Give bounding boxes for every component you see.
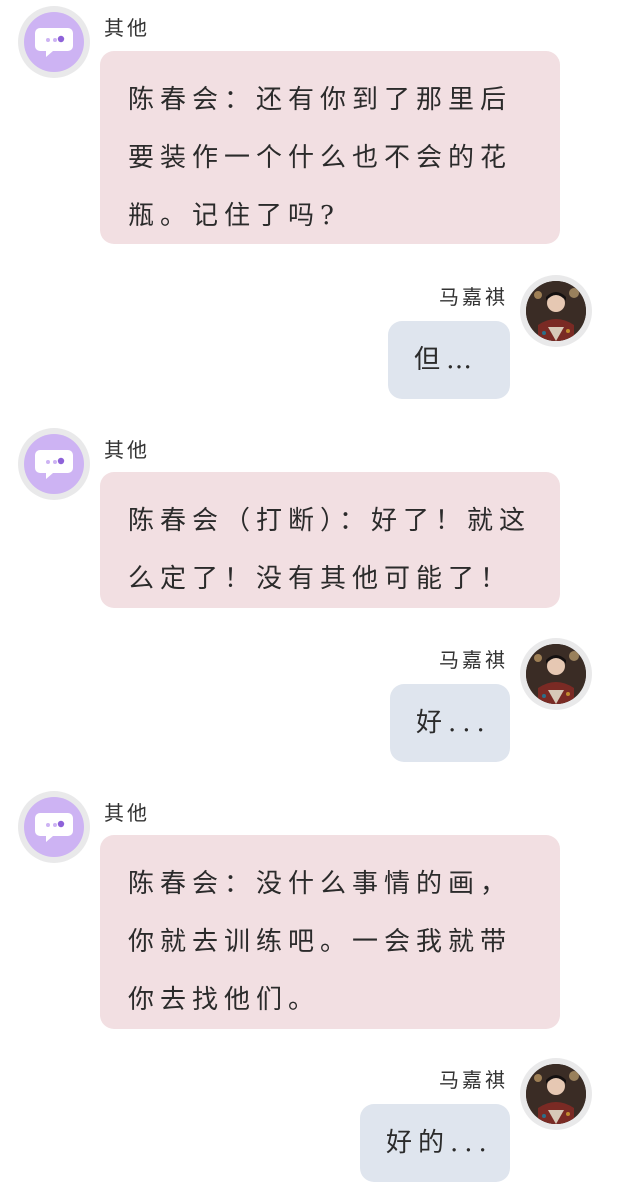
- message-bubble[interactable]: 陈春会：还有你到了那里后要装作一个什么也不会的花瓶。记住了吗?: [100, 51, 560, 244]
- sender-name: 其他: [104, 16, 150, 40]
- message-bubble[interactable]: 但…: [388, 321, 510, 399]
- message-row: 其他 陈春会（打断）：好了！就这么定了！没有其他可能了！: [0, 425, 640, 615]
- avatar[interactable]: [520, 275, 592, 347]
- avatar[interactable]: [18, 6, 90, 78]
- message-bubble[interactable]: 陈春会（打断）：好了！就这么定了！没有其他可能了！: [100, 472, 560, 608]
- message-row: 马嘉祺 但…: [0, 265, 640, 405]
- avatar[interactable]: [520, 1058, 592, 1130]
- message-bubble[interactable]: 好的...: [360, 1104, 510, 1182]
- message-row: 马嘉祺 好...: [0, 628, 640, 768]
- chat-bubble-icon: [35, 450, 73, 479]
- message-row: 其他 陈春会：还有你到了那里后要装作一个什么也不会的花瓶。记住了吗?: [0, 0, 640, 250]
- user-photo: [526, 281, 586, 341]
- user-photo: [526, 1064, 586, 1124]
- avatar[interactable]: [18, 791, 90, 863]
- sender-name: 其他: [104, 438, 150, 462]
- message-bubble[interactable]: 陈春会：没什么事情的画，你就去训练吧。一会我就带你去找他们。: [100, 835, 560, 1029]
- avatar[interactable]: [520, 638, 592, 710]
- sender-name: 马嘉祺: [439, 285, 508, 309]
- sender-name: 其他: [104, 801, 150, 825]
- message-row: 其他 陈春会：没什么事情的画，你就去训练吧。一会我就带你去找他们。: [0, 788, 640, 1038]
- avatar[interactable]: [18, 428, 90, 500]
- user-photo: [526, 644, 586, 704]
- chat-bubble-icon: [35, 813, 73, 842]
- chat-bubble-icon: [35, 28, 73, 57]
- message-bubble[interactable]: 好...: [390, 684, 510, 762]
- message-row: 马嘉祺 好的...: [0, 1050, 640, 1185]
- sender-name: 马嘉祺: [439, 1068, 508, 1092]
- sender-name: 马嘉祺: [439, 648, 508, 672]
